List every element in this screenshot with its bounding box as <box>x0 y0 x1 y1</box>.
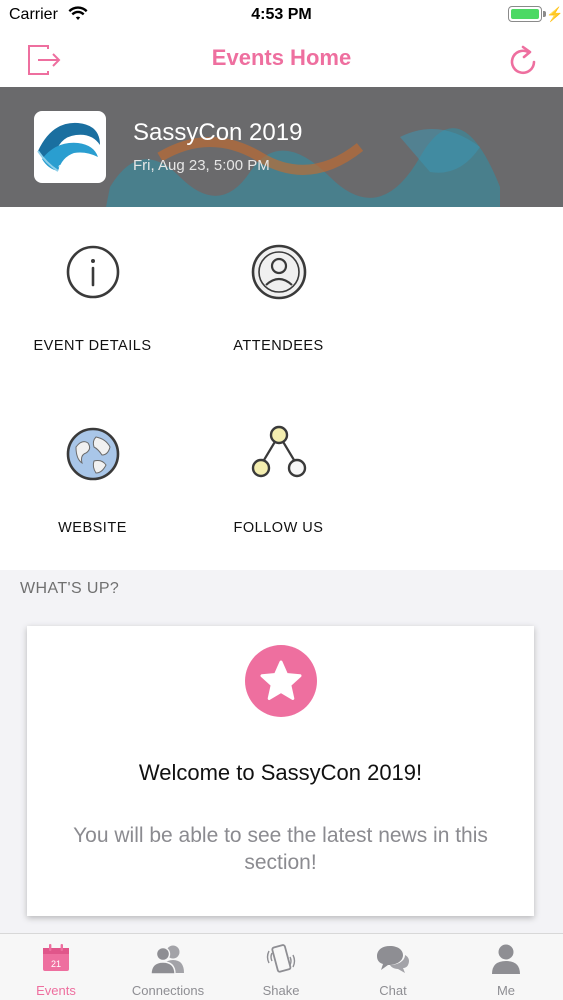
news-body: You will be able to see the latest news … <box>73 824 488 874</box>
star-icon <box>260 660 302 700</box>
tab-label: Chat <box>379 983 407 998</box>
svg-text:SC'19: SC'19 <box>58 164 80 173</box>
tab-bar: 21 Events Connections Shake Chat Me <box>0 933 563 1000</box>
tab-label: Shake <box>262 983 300 998</box>
charging-icon: ⚡ <box>546 6 563 22</box>
menu-label: FOLLOW US <box>233 520 324 536</box>
tab-label: Connections <box>131 983 205 998</box>
page-title: Events Home <box>211 45 352 70</box>
menu-label: WEBSITE <box>58 520 127 536</box>
tab-connections[interactable]: Connections <box>112 934 224 1000</box>
event-date: Fri, Aug 23, 5:00 PM <box>133 157 270 174</box>
calendar-icon: 21 <box>43 944 69 971</box>
refresh-button[interactable] <box>503 40 543 80</box>
person-icon <box>251 244 306 300</box>
tab-label: Events <box>36 983 76 998</box>
refresh-icon <box>510 45 536 75</box>
menu-item-website[interactable]: WEBSITE <box>0 389 185 559</box>
info-icon <box>66 245 119 299</box>
menu-label: EVENT DETAILS <box>33 338 152 354</box>
tab-shake[interactable]: Shake <box>225 934 337 1000</box>
menu-item-attendees[interactable]: ATTENDEES <box>186 207 371 377</box>
menu-label: ATTENDEES <box>233 338 324 354</box>
news-card[interactable]: Welcome to SassyCon 2019! You will be ab… <box>27 626 534 916</box>
battery-icon <box>508 6 546 22</box>
globe-icon <box>66 427 119 481</box>
event-header[interactable]: SC'19 SassyCon 2019 Fri, Aug 23, 5:00 PM <box>0 87 563 207</box>
chat-icon <box>377 946 409 973</box>
whats-up-section-title: WHAT'S UP? <box>20 580 120 597</box>
phone-shake-icon <box>266 944 296 973</box>
tab-chat[interactable]: Chat <box>337 934 449 1000</box>
menu-item-event-details[interactable]: EVENT DETAILS <box>0 207 185 377</box>
tab-label: Me <box>496 983 516 998</box>
status-bar: Carrier 4:53 PM ⚡ <box>0 0 563 30</box>
tab-me[interactable]: Me <box>450 934 562 1000</box>
people-icon <box>150 945 184 975</box>
star-badge <box>245 645 317 717</box>
tab-events[interactable]: 21 Events <box>0 934 112 1000</box>
event-menu-grid: EVENT DETAILS ATTENDEES WEBSITE FOLLOW U… <box>0 207 563 570</box>
status-time: 4:53 PM <box>251 6 312 23</box>
news-heading: Welcome to SassyCon 2019! <box>138 760 423 785</box>
event-logo-wave: SC'19 <box>37 122 100 173</box>
share-network-icon <box>251 425 306 478</box>
menu-item-follow-us[interactable]: FOLLOW US <box>186 389 371 559</box>
user-icon <box>492 944 520 974</box>
battery-level <box>511 9 539 19</box>
svg-text:21: 21 <box>51 959 61 969</box>
event-logo: SC'19 <box>34 111 106 183</box>
nav-bar: Events Home <box>0 30 563 87</box>
event-name: SassyCon 2019 <box>133 119 303 146</box>
